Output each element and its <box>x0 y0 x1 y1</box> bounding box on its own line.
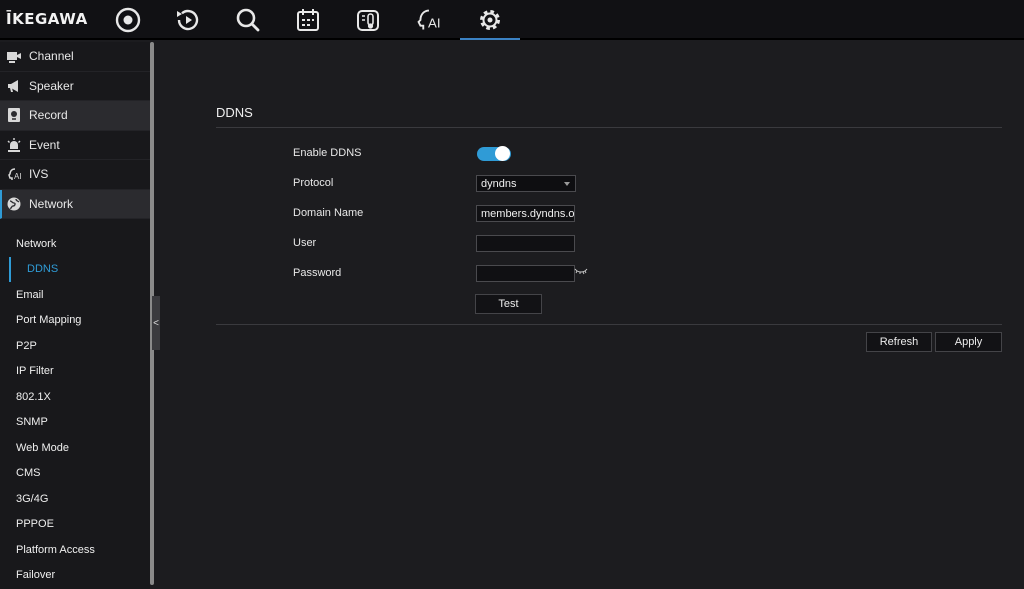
sidebar-item-label: Channel <box>29 49 74 64</box>
network-submenu: Network DDNS Email Port Mapping P2P IP F… <box>0 219 150 588</box>
chevron-down-icon <box>564 182 570 186</box>
ivs-icon: AI <box>6 166 22 182</box>
user-field[interactable] <box>476 235 575 252</box>
sidebar-item-label: IVS <box>29 167 49 182</box>
footer-divider <box>216 324 1002 325</box>
submenu-item-network[interactable]: Network <box>0 231 150 257</box>
enable-ddns-toggle[interactable] <box>477 146 511 161</box>
sidebar-item-channel[interactable]: Channel <box>0 42 150 72</box>
camera-icon <box>6 48 22 64</box>
top-bar: ĪKEGAWA AI <box>0 0 1024 40</box>
sidebar-item-speaker[interactable]: Speaker <box>0 72 150 101</box>
domain-name-field[interactable]: members.dyndns.or <box>476 205 575 222</box>
alarm-icon <box>6 137 22 153</box>
svg-text:AI: AI <box>428 16 441 31</box>
globe-icon <box>6 196 22 212</box>
submenu-item-3g4g[interactable]: 3G/4G <box>0 486 150 512</box>
playback-icon[interactable] <box>168 4 208 36</box>
ddns-settings-panel: DDNS Enable DDNS Protocol dyndns Domain … <box>160 42 1024 589</box>
submenu-item-8021x[interactable]: 802.1X <box>0 384 150 410</box>
sidebar-item-event[interactable]: Event <box>0 131 150 160</box>
ai-icon[interactable]: AI <box>408 4 448 36</box>
sidebar-item-label: Network <box>29 196 74 211</box>
sidebar-item-ivs[interactable]: AI IVS <box>0 160 150 190</box>
sidebar-item-network[interactable]: Network <box>0 189 150 219</box>
megaphone-icon <box>6 78 22 94</box>
submenu-item-ddns[interactable]: DDNS <box>9 256 150 282</box>
eye-closed-icon[interactable] <box>574 268 588 276</box>
submenu-item-failover[interactable]: Failover <box>0 563 150 589</box>
page-title: DDNS <box>216 105 253 120</box>
calendar-icon[interactable] <box>288 4 328 36</box>
submenu-item-port-mapping[interactable]: Port Mapping <box>0 308 150 334</box>
record-icon <box>6 107 22 123</box>
sidebar-item-label: Event <box>29 137 60 152</box>
sidebar: Channel Speaker Record Event AI IVS Netw… <box>0 42 150 589</box>
protocol-label: Protocol <box>293 177 334 189</box>
settings-icon[interactable] <box>460 4 520 40</box>
sidebar-collapse-handle[interactable]: < <box>152 296 160 350</box>
protocol-select-value: dyndns <box>481 177 517 190</box>
user-label: User <box>293 237 317 249</box>
brand-logo: ĪKEGAWA <box>6 10 88 28</box>
sidebar-item-record[interactable]: Record <box>0 101 150 131</box>
sidebar-item-label: Speaker <box>29 78 74 93</box>
submenu-item-email[interactable]: Email <box>0 282 150 308</box>
submenu-item-p2p[interactable]: P2P <box>0 333 150 359</box>
submenu-item-ip-filter[interactable]: IP Filter <box>0 359 150 385</box>
protocol-select[interactable]: dyndns <box>476 175 576 192</box>
enable-ddns-label: Enable DDNS <box>293 147 362 159</box>
password-field[interactable] <box>476 265 575 282</box>
submenu-item-platform-access[interactable]: Platform Access <box>0 537 150 563</box>
submenu-item-cms[interactable]: CMS <box>0 461 150 487</box>
submenu-item-web-mode[interactable]: Web Mode <box>0 435 150 461</box>
domain-name-label: Domain Name <box>293 207 364 219</box>
test-button[interactable]: Test <box>475 294 542 314</box>
refresh-button[interactable]: Refresh <box>866 332 932 352</box>
password-label: Password <box>293 267 342 279</box>
submenu-item-pppoe[interactable]: PPPOE <box>0 512 150 538</box>
temperature-icon[interactable] <box>348 4 388 36</box>
submenu-item-snmp[interactable]: SNMP <box>0 410 150 436</box>
title-divider <box>216 127 1002 128</box>
apply-button[interactable]: Apply <box>935 332 1002 352</box>
search-icon[interactable] <box>228 4 268 36</box>
sidebar-item-label: Record <box>29 108 68 123</box>
svg-text:AI: AI <box>14 172 22 181</box>
live-view-icon[interactable] <box>108 4 148 36</box>
